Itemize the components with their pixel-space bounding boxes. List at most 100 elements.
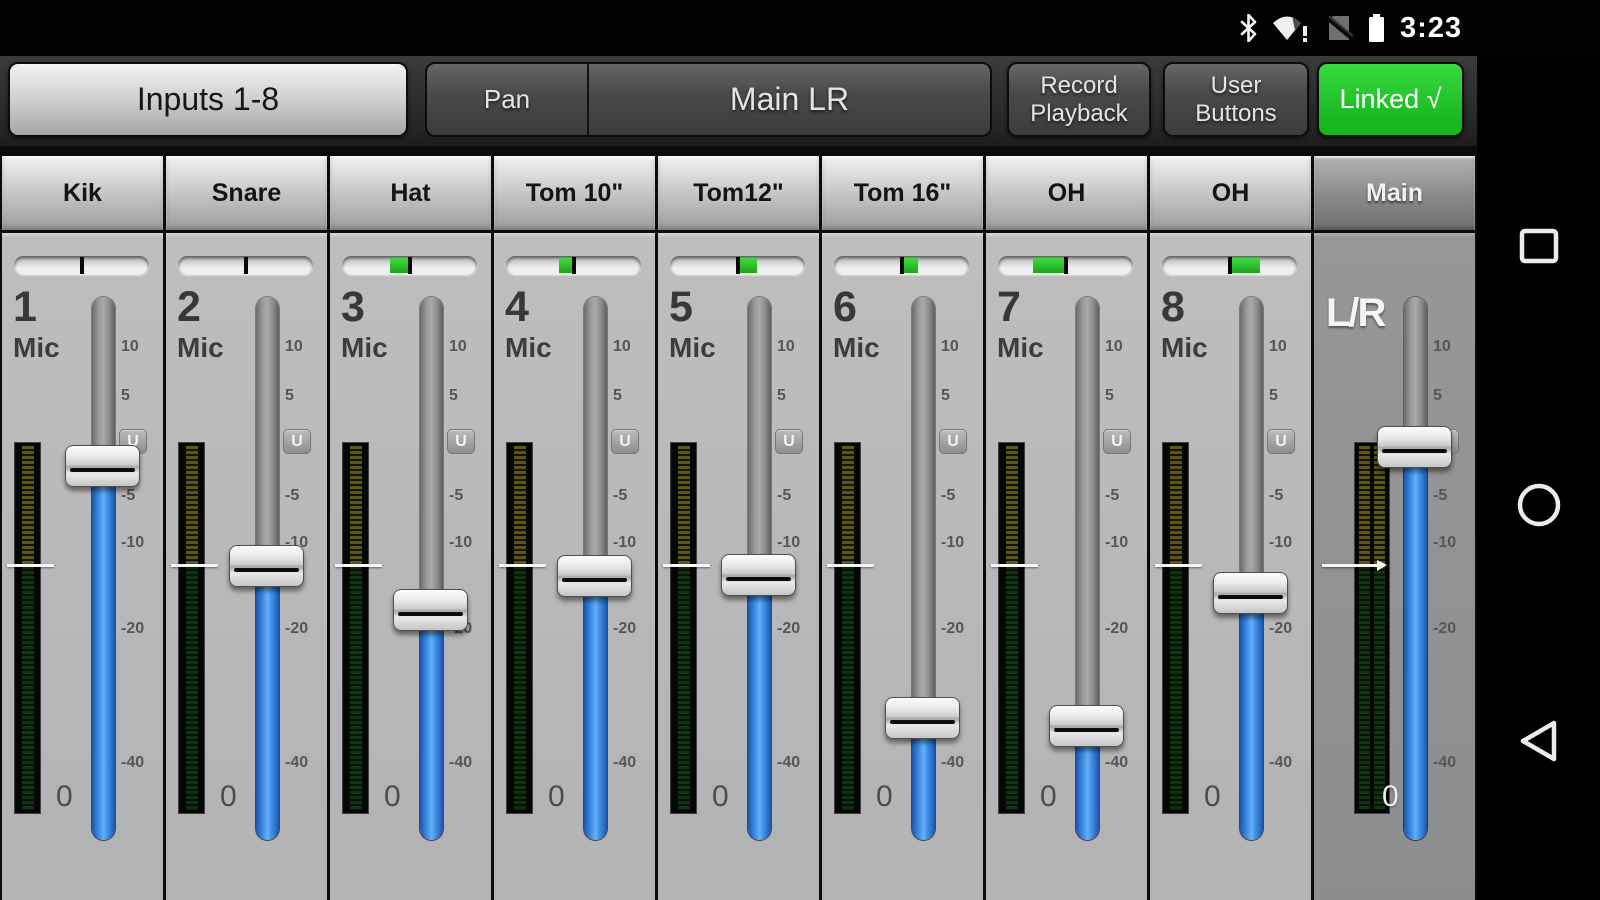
fader-track-lower[interactable] bbox=[748, 575, 771, 840]
pan-fill bbox=[1230, 258, 1260, 273]
fader-cap[interactable] bbox=[885, 697, 960, 739]
channel-name-button[interactable]: Main bbox=[1314, 156, 1475, 230]
fader-cap-line bbox=[398, 612, 462, 616]
unity-badge: U bbox=[1267, 429, 1295, 454]
meter-zero-label: 0 bbox=[712, 780, 729, 814]
scale-label: -40 bbox=[1105, 754, 1128, 772]
channel-name-button[interactable]: Tom12" bbox=[658, 156, 819, 230]
scale-label: -20 bbox=[1105, 620, 1128, 638]
scale-label: -10 bbox=[1433, 534, 1456, 552]
main-bus-label: L/R bbox=[1326, 291, 1384, 336]
pan-mainlr-segment: Pan Main LR bbox=[425, 62, 992, 137]
pan-center-tick bbox=[572, 257, 576, 274]
fader-cap[interactable] bbox=[1377, 426, 1452, 468]
fader-cap[interactable] bbox=[229, 545, 304, 587]
scale-label: -5 bbox=[285, 487, 299, 505]
scale-label: -10 bbox=[941, 534, 964, 552]
scale-label: -20 bbox=[613, 620, 636, 638]
pan-center-tick bbox=[900, 257, 904, 274]
pan-slider[interactable] bbox=[342, 256, 477, 275]
recents-square-icon[interactable] bbox=[1519, 228, 1559, 269]
fader-cap-line bbox=[890, 720, 954, 724]
channel-name-button[interactable]: Tom 10" bbox=[494, 156, 655, 230]
button-label-line: Buttons bbox=[1195, 100, 1276, 128]
fader-cap-line bbox=[1054, 728, 1118, 732]
meter-zero-label: 0 bbox=[220, 780, 237, 814]
level-meter bbox=[670, 442, 697, 814]
meter-lower-segments bbox=[1006, 566, 1018, 810]
battery-icon bbox=[1368, 14, 1385, 42]
channel-name-button[interactable]: Kik bbox=[2, 156, 163, 230]
button-label-line: User bbox=[1211, 72, 1262, 100]
fader-cap[interactable] bbox=[1049, 705, 1124, 747]
channel-name-button[interactable]: OH bbox=[1150, 156, 1311, 230]
scale-label: -5 bbox=[941, 487, 955, 505]
scale-label: 10 bbox=[941, 338, 959, 356]
channel-name-button[interactable]: Tom 16" bbox=[822, 156, 983, 230]
channel-name-button[interactable]: Snare bbox=[166, 156, 327, 230]
fader-track-lower[interactable] bbox=[256, 566, 279, 840]
meter-upper-segments bbox=[22, 446, 34, 566]
fader-track-lower[interactable] bbox=[1404, 447, 1427, 840]
channel-name-button[interactable]: Hat bbox=[330, 156, 491, 230]
fader-track-lower[interactable] bbox=[92, 466, 115, 840]
pan-mode-button[interactable]: Pan bbox=[427, 64, 587, 135]
meter-lower-segments bbox=[842, 566, 854, 810]
scale-label: 10 bbox=[285, 338, 303, 356]
meter-column bbox=[186, 446, 198, 810]
fader-cap[interactable] bbox=[721, 554, 796, 596]
linked-button[interactable]: Linked √ bbox=[1317, 62, 1464, 137]
back-triangle-icon[interactable] bbox=[1518, 718, 1560, 769]
meter-lower-segments bbox=[1359, 566, 1370, 810]
fader-track-lower[interactable] bbox=[584, 576, 607, 840]
channel-source-label: Mic bbox=[341, 332, 388, 364]
scale-label: -40 bbox=[449, 754, 472, 772]
unity-badge: U bbox=[611, 429, 639, 454]
fader-cap-line bbox=[234, 568, 298, 572]
status-icon-cluster: 3:23 bbox=[1240, 0, 1462, 56]
meter-column bbox=[1374, 446, 1385, 810]
fader-cap[interactable] bbox=[393, 589, 468, 631]
scale-label: 10 bbox=[1433, 338, 1451, 356]
meter-zero-line bbox=[499, 564, 546, 567]
channel-strip-hat: Hat 3 Mic 0 U bbox=[330, 156, 491, 900]
scale-label: 10 bbox=[121, 338, 139, 356]
scale-label: -5 bbox=[449, 487, 463, 505]
meter-column bbox=[678, 446, 690, 810]
pan-slider[interactable] bbox=[178, 256, 313, 275]
pan-slider[interactable] bbox=[834, 256, 969, 275]
pan-center-tick bbox=[736, 257, 740, 274]
channel-number: 7 bbox=[997, 283, 1021, 332]
fader-track-lower[interactable] bbox=[420, 610, 443, 840]
inputs-nav-button[interactable]: Inputs 1-8 bbox=[8, 62, 408, 137]
pan-slider[interactable] bbox=[998, 256, 1133, 275]
scale-label: 10 bbox=[1105, 338, 1123, 356]
pan-fill bbox=[390, 258, 410, 273]
channel-strip-tom12: Tom12" 5 Mic 0 U bbox=[658, 156, 819, 900]
main-lr-button[interactable]: Main LR bbox=[589, 64, 990, 135]
pan-fill bbox=[738, 258, 757, 273]
pan-slider[interactable] bbox=[1162, 256, 1297, 275]
meter-lower-segments bbox=[22, 566, 34, 810]
home-circle-icon[interactable] bbox=[1516, 482, 1562, 533]
channel-source-label: Mic bbox=[177, 332, 224, 364]
unity-badge: U bbox=[939, 429, 967, 454]
meter-zero-label: 0 bbox=[56, 780, 73, 814]
level-meter bbox=[998, 442, 1025, 814]
channel-number: 2 bbox=[177, 283, 201, 332]
fader-cap[interactable] bbox=[65, 445, 140, 487]
fader-cap[interactable] bbox=[557, 555, 632, 597]
user-buttons-button[interactable]: User Buttons bbox=[1163, 62, 1309, 137]
pan-center-tick bbox=[244, 257, 248, 274]
pan-slider[interactable] bbox=[670, 256, 805, 275]
channel-source-label: Mic bbox=[997, 332, 1044, 364]
scale-label: 10 bbox=[613, 338, 631, 356]
channel-name-button[interactable]: OH bbox=[986, 156, 1147, 230]
fader-cap[interactable] bbox=[1213, 572, 1288, 614]
record-playback-button[interactable]: Record Playback bbox=[1007, 62, 1151, 137]
level-meter bbox=[14, 442, 41, 814]
channel-strip-body: 6 Mic 0 U 105-5-10-20-40 bbox=[822, 233, 983, 900]
pan-slider[interactable] bbox=[14, 256, 149, 275]
pan-slider[interactable] bbox=[506, 256, 641, 275]
fader-track-lower[interactable] bbox=[1240, 593, 1263, 840]
